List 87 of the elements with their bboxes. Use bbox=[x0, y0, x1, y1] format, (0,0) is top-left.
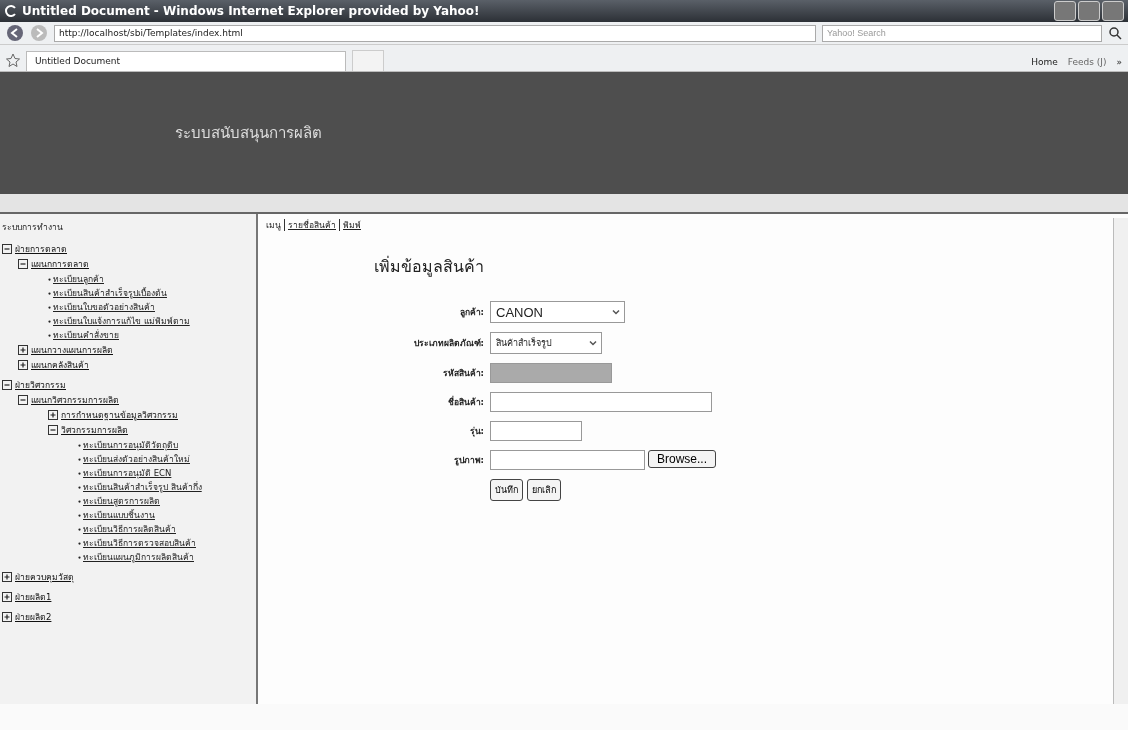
field-label: ชื่อสินค้า: bbox=[446, 395, 484, 409]
tree-link[interactable]: ฝ่ายการตลาด bbox=[15, 242, 67, 256]
tree-link[interactable]: ทะเบียนคำสั่งขาย bbox=[53, 328, 119, 342]
tree-link[interactable]: แผนกวิศวกรรมการผลิต bbox=[31, 393, 119, 407]
field-label: รูปภาพ: bbox=[452, 454, 484, 467]
minimize-button[interactable] bbox=[1054, 1, 1076, 21]
tree-link[interactable]: ทะเบียนสินค้าสำเร็จรูปเบื้องต้น bbox=[53, 286, 167, 300]
collapse-icon[interactable] bbox=[2, 380, 12, 390]
favorites-icon[interactable] bbox=[6, 53, 20, 67]
tree-link[interactable]: ฝ่ายควบคุมวัสดุ bbox=[15, 570, 74, 584]
tree-link[interactable]: ทะเบียนการอนุมัติวัตถุดิบ bbox=[83, 438, 178, 452]
browser-icon bbox=[4, 4, 18, 18]
expand-icon[interactable] bbox=[2, 612, 12, 622]
tree-link[interactable]: ฝ่ายผลิต1 bbox=[15, 590, 52, 604]
address-field[interactable]: http://localhost/sbi/Templates/index.html bbox=[54, 24, 816, 42]
header-title: ระบบสนับสนุนการผลิต bbox=[175, 123, 322, 145]
tree-link[interactable]: ทะเบียนส่งตัวอย่างสินค้าใหม่ bbox=[83, 452, 190, 466]
close-button[interactable] bbox=[1102, 1, 1124, 21]
bullet-icon bbox=[78, 443, 81, 447]
expand-icon[interactable] bbox=[18, 345, 28, 355]
collapse-icon[interactable] bbox=[2, 244, 12, 254]
bullet-icon bbox=[48, 291, 51, 295]
caret-icon bbox=[611, 307, 621, 317]
dropdown[interactable]: CANON bbox=[490, 301, 625, 323]
tree-link[interactable]: แผนกวางแผนการผลิต bbox=[31, 343, 113, 357]
form-title: เพิ่มข้อมูลสินค้า bbox=[374, 255, 485, 279]
bullet-icon bbox=[78, 485, 81, 489]
collapse-icon[interactable] bbox=[48, 425, 58, 435]
browser-tab[interactable]: Untitled Document bbox=[26, 51, 346, 71]
tree-link[interactable]: ทะเบียนสินค้าสำเร็จรูป สินค้ากึ่ง bbox=[83, 480, 202, 494]
menu-link[interactable]: พิมพ์ bbox=[343, 218, 361, 232]
bullet-icon bbox=[78, 471, 81, 475]
field-label: รุ่น: bbox=[468, 425, 484, 438]
expand-icon[interactable] bbox=[2, 572, 12, 582]
bullet-icon bbox=[48, 333, 51, 337]
bullet-icon bbox=[48, 305, 51, 309]
bullet-icon bbox=[48, 277, 51, 281]
bullet-icon bbox=[78, 457, 81, 461]
search-icon[interactable] bbox=[1108, 26, 1122, 40]
form-button[interactable]: ยกเลิก bbox=[527, 479, 561, 501]
bullet-icon bbox=[78, 499, 81, 503]
tree-link[interactable]: ทะเบียนแบบชิ้นงาน bbox=[83, 508, 155, 522]
expand-icon[interactable] bbox=[2, 592, 12, 602]
tree-link[interactable]: ทะเบียนวิธีการตรวจสอบสินค้า bbox=[83, 536, 196, 550]
bullet-icon bbox=[78, 513, 81, 517]
home-button[interactable]: Home bbox=[1031, 57, 1058, 67]
tree-link[interactable]: ทะเบียนสูตรการผลิต bbox=[83, 494, 160, 508]
tree-link[interactable]: แผนกคลังสินค้า bbox=[31, 358, 89, 372]
tree-link[interactable]: ทะเบียนลูกค้า bbox=[53, 272, 104, 286]
search-field[interactable]: Yahoo! Search bbox=[822, 24, 1102, 42]
tree-link[interactable]: วิศวกรรมการผลิต bbox=[61, 423, 128, 437]
more-button[interactable]: » bbox=[1116, 57, 1122, 67]
dropdown[interactable]: สินค้าสำเร็จรูป bbox=[490, 332, 602, 354]
menu-label: เมนู bbox=[266, 219, 281, 232]
tree-link[interactable]: ทะเบียนใบแจ้งการแก้ไข แม่พิมพ์ตาม bbox=[53, 314, 190, 328]
browse-button[interactable]: Browse... bbox=[648, 450, 716, 468]
field-label: ลูกค้า: bbox=[458, 306, 484, 319]
field-label: รหัสสินค้า: bbox=[441, 367, 484, 380]
expand-icon[interactable] bbox=[18, 360, 28, 370]
input-field[interactable] bbox=[490, 392, 712, 412]
caret-icon bbox=[588, 338, 598, 348]
form-button[interactable]: บันทึก bbox=[490, 479, 523, 501]
input-field[interactable] bbox=[490, 421, 582, 441]
tree-link[interactable]: ฝ่ายผลิต2 bbox=[15, 610, 52, 624]
tree-link[interactable]: แผนกการตลาด bbox=[31, 257, 89, 271]
bullet-icon bbox=[78, 527, 81, 531]
bullet-icon bbox=[48, 319, 51, 323]
back-icon[interactable] bbox=[6, 24, 24, 42]
tree-link[interactable]: การกำหนดฐานข้อมูลวิศวกรรม bbox=[61, 408, 178, 422]
file-field[interactable] bbox=[490, 450, 645, 470]
bullet-icon bbox=[78, 541, 81, 545]
feeds-button[interactable]: Feeds (J) bbox=[1067, 57, 1107, 67]
maximize-button[interactable] bbox=[1078, 1, 1100, 21]
collapse-icon[interactable] bbox=[18, 259, 28, 269]
window-title: Untitled Document - Windows Internet Explorer provided by Yahoo! bbox=[22, 4, 480, 18]
bullet-icon bbox=[78, 555, 81, 559]
tree-link[interactable]: ทะเบียนใบขอตัวอย่างสินค้า bbox=[53, 300, 155, 314]
tree-link[interactable]: ฝ่ายวิศวกรรม bbox=[15, 378, 66, 392]
sidebar-title: ระบบการทำงาน bbox=[2, 221, 64, 234]
collapse-icon[interactable] bbox=[18, 395, 28, 405]
field-label: ประเภทผลิตภัณฑ์: bbox=[412, 337, 484, 350]
tree-link[interactable]: ทะเบียนการอนุมัติ ECN bbox=[83, 466, 172, 480]
expand-icon[interactable] bbox=[48, 410, 58, 420]
tree-link[interactable]: ทะเบียนแผนภูมิการผลิตสินค้า bbox=[83, 550, 194, 564]
tree-link[interactable]: ทะเบียนวิธีการผลิตสินค้า bbox=[83, 522, 176, 536]
scrollbar[interactable] bbox=[1113, 218, 1128, 704]
menu-link[interactable]: รายชื่อสินค้า bbox=[288, 218, 336, 232]
